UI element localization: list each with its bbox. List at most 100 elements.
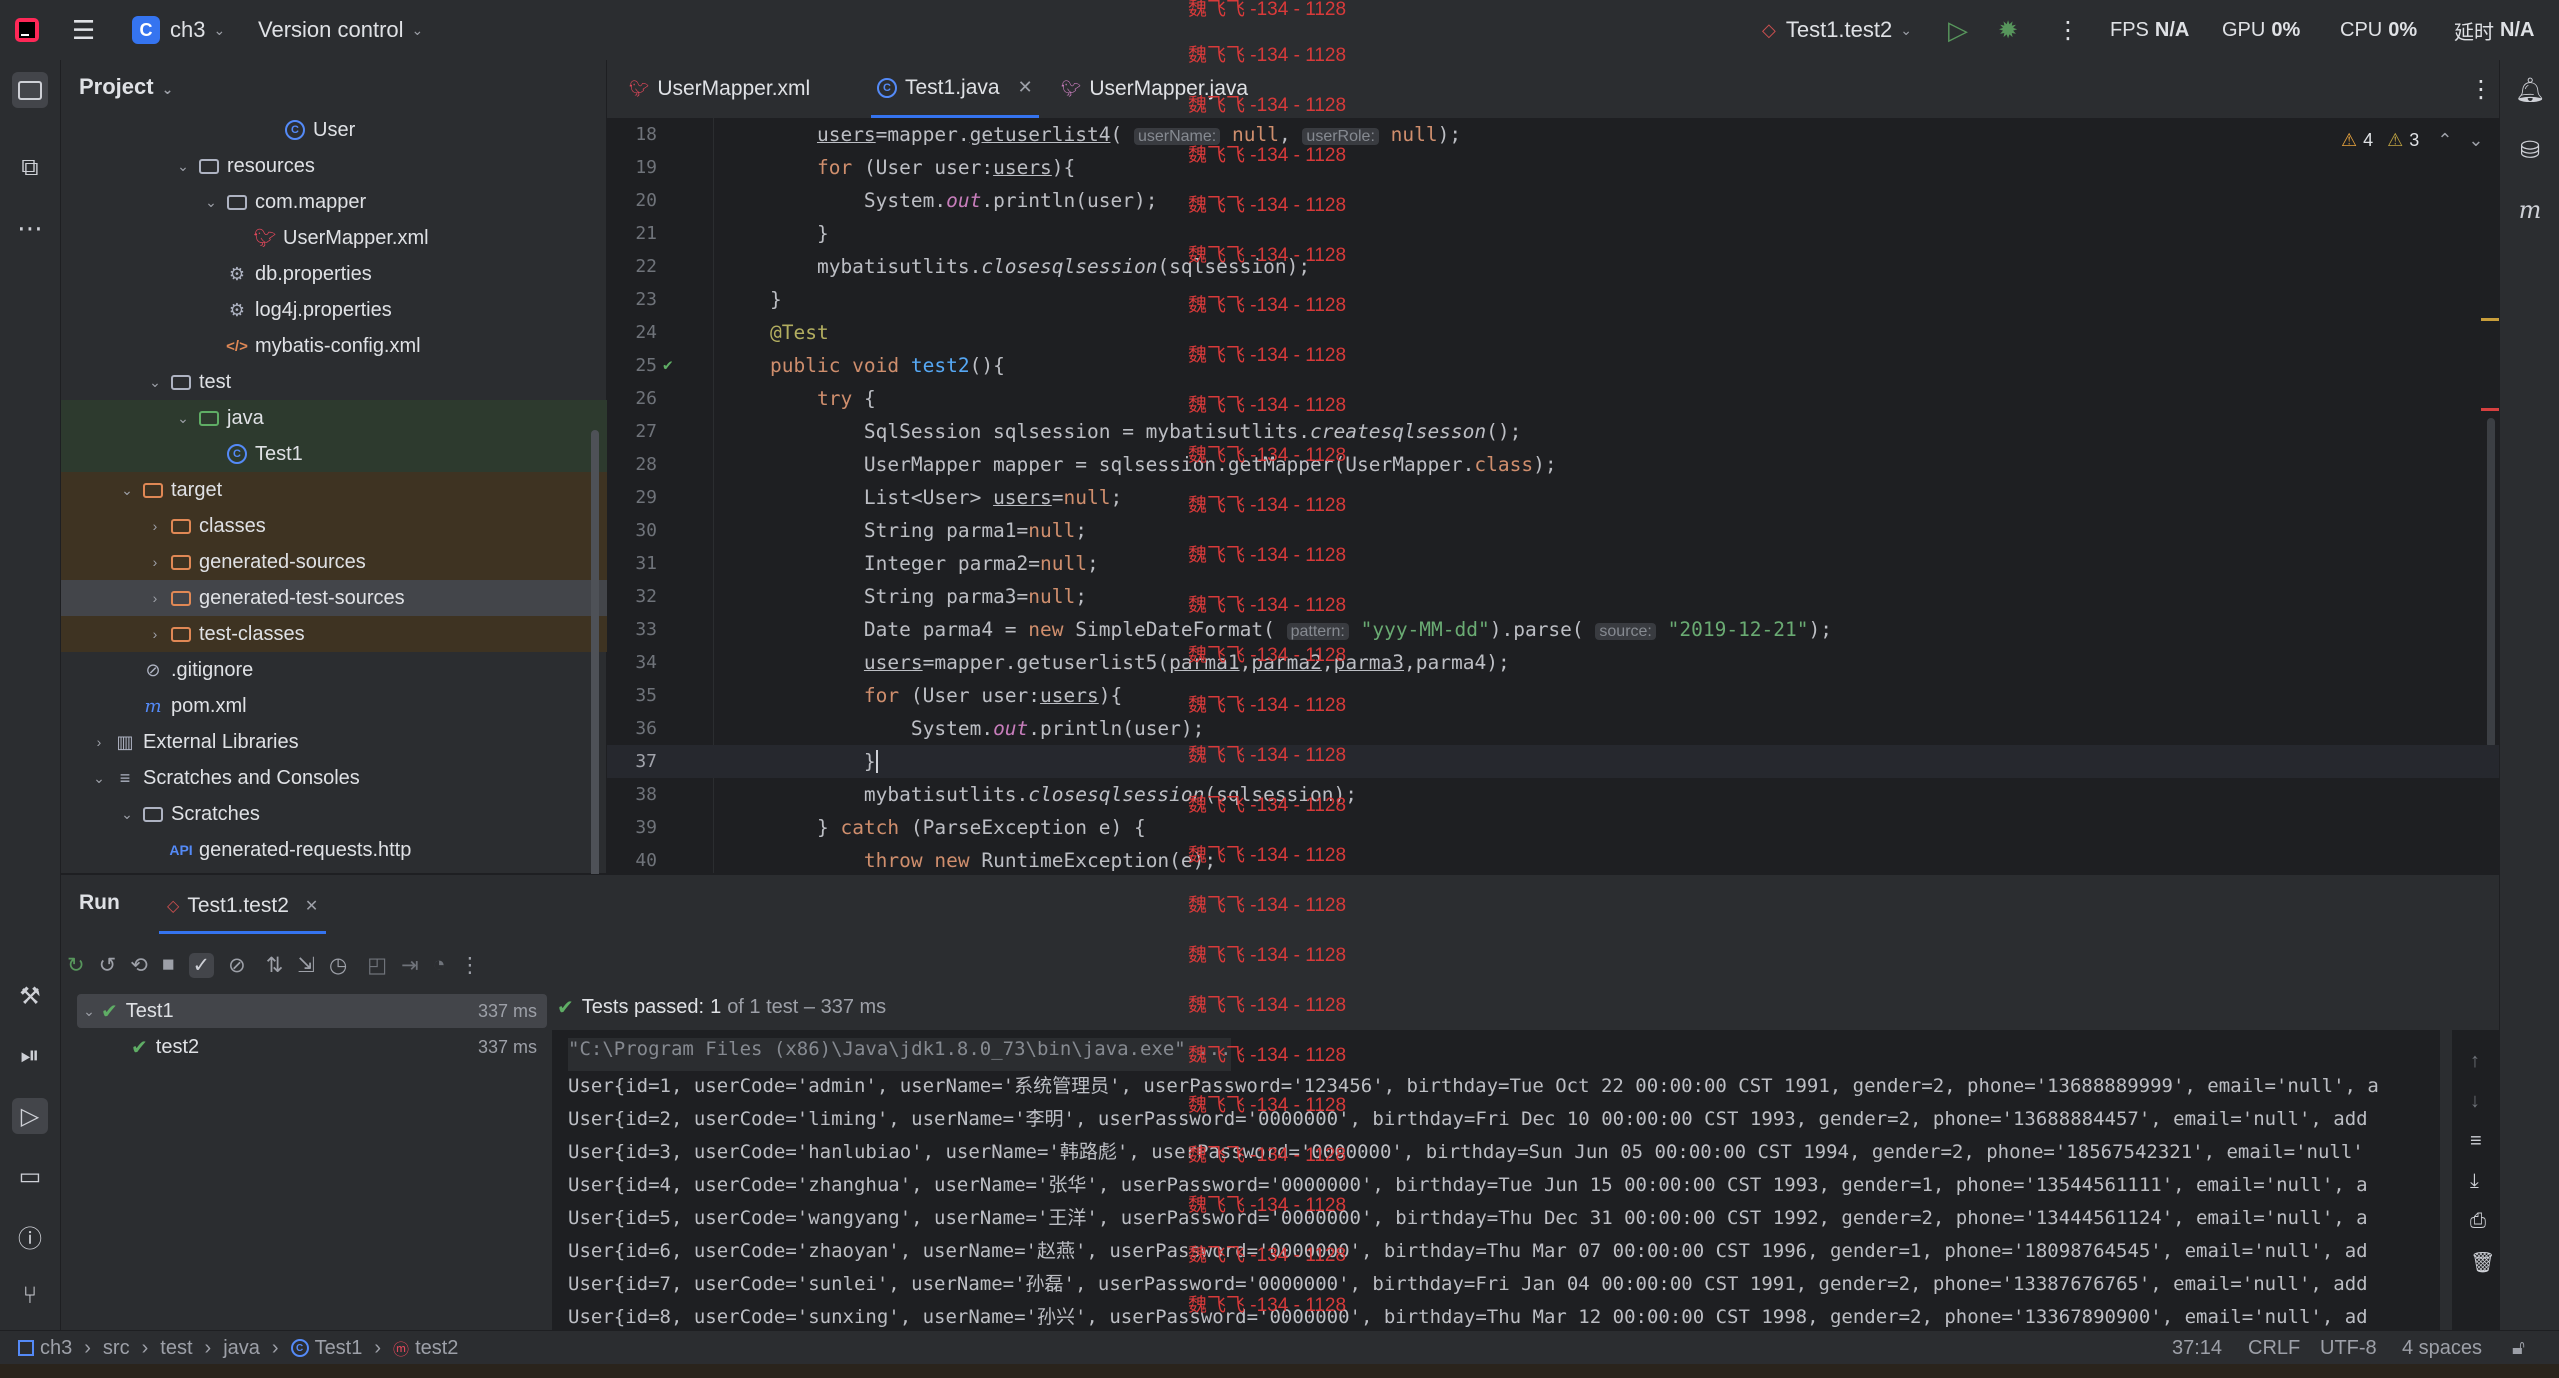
tree-item-scratches[interactable]: ⌄ Scratches <box>61 796 647 832</box>
breadcrumb-item[interactable]: C Test1 <box>290 1337 362 1360</box>
code-line: 34 users=mapper.getuserlist5(parma1,parm… <box>635 651 1510 674</box>
chevron-down-icon[interactable]: ⌄ <box>117 482 137 499</box>
structure-icon[interactable]: ⧉ <box>12 150 48 186</box>
chevron-down-icon[interactable]: ⌄ <box>77 1003 101 1020</box>
code-line: 18 users=mapper.getuserlist4( userName: … <box>635 123 1462 146</box>
vcs-label: Version control <box>258 17 404 42</box>
tree-item-test-classes[interactable]: › test-classes <box>61 616 675 652</box>
breadcrumb-item[interactable]: test <box>160 1337 192 1360</box>
print-icon[interactable]: ⎙ <box>2470 1210 2486 1233</box>
chevron-right-icon[interactable]: › <box>145 554 165 570</box>
console-line: User{id=4, userCode='zhanghua', userName… <box>568 1174 2368 1196</box>
folder-icon <box>169 588 193 608</box>
rerun-icon[interactable]: ↻ <box>67 953 85 978</box>
project-folder-icon[interactable] <box>12 72 48 108</box>
run-button[interactable]: ▷ <box>1948 0 1968 60</box>
maven-icon[interactable]: m <box>2512 192 2548 228</box>
tree-item-pom-xml[interactable]: m pom.xml <box>61 688 667 724</box>
import-tests-icon[interactable]: ⇲ <box>297 953 315 978</box>
close-tab-icon[interactable]: ✕ <box>305 896 318 916</box>
project-panel-title[interactable]: Project ⌄ <box>79 74 173 100</box>
run-tool-icon[interactable]: ▷ <box>12 1098 48 1134</box>
export-icon[interactable]: ⇥ <box>401 953 419 978</box>
console-output[interactable]: "C:\Program Files (x86)\Java\jdk1.8.0_73… <box>552 1030 2499 1340</box>
breadcrumb-item[interactable]: java <box>223 1337 260 1360</box>
show-passed-icon[interactable]: ✓ <box>188 952 215 978</box>
chevron-right-icon[interactable]: › <box>145 518 165 534</box>
chevron-down-icon[interactable]: ⌄ <box>201 194 221 211</box>
code-editor[interactable]: ⚠ 4 ⚠ 3 ⌃ ⌄ 18 users=mapper.getuserlist4( … <box>607 118 2499 873</box>
tab-test1-java[interactable]: C Test1.java ✕ <box>871 60 1039 118</box>
lock-icon[interactable]: 🔓︎ <box>2512 1331 2525 1365</box>
build-hammer-icon[interactable]: ⚒ <box>12 978 48 1014</box>
history-icon[interactable]: ◷ <box>329 953 347 978</box>
run-tab-test1-test2[interactable]: ◇ Test1.test2 ✕ <box>159 881 327 934</box>
tree-item-generated-requests[interactable]: API generated-requests.http <box>61 832 695 868</box>
test-tree-item-test1[interactable]: ⌄ ✔ Test1 337 ms <box>77 994 547 1028</box>
chevron-right-icon[interactable]: › <box>89 734 109 750</box>
chevron-down-icon[interactable]: ⌄ <box>117 806 137 823</box>
vcs-menu[interactable]: Version control ⌄ <box>258 0 423 60</box>
more-tabs-icon[interactable]: ⋮ <box>2469 60 2493 118</box>
clear-trash-icon[interactable]: 🗑︎ <box>2470 1250 2495 1275</box>
app-logo-icon[interactable] <box>14 0 40 60</box>
more-options-icon[interactable]: ⋮ <box>459 953 480 978</box>
class-icon: C <box>290 1339 309 1357</box>
chevron-right-icon: › <box>84 1336 91 1359</box>
toggle-auto-test-icon[interactable]: ⟲ <box>130 953 148 978</box>
screenshot-icon[interactable]: ◰ <box>367 953 387 978</box>
tab-usermapper-xml[interactable]: 🐦︎ UserMapper.xml <box>629 60 810 118</box>
chevron-right-icon: › <box>204 1336 212 1359</box>
test-passed-gutter-icon[interactable]: ✔ <box>663 355 673 374</box>
chevron-right-icon[interactable]: › <box>145 590 165 606</box>
indent-setting[interactable]: 4 spaces <box>2402 1331 2482 1365</box>
chevron-down-icon[interactable]: ⌄ <box>89 770 109 787</box>
more-actions-icon[interactable]: ⋮ <box>2056 0 2080 60</box>
chevron-down-icon[interactable]: ⌄ <box>145 374 165 391</box>
database-icon[interactable]: ⛁ <box>2512 132 2548 168</box>
notifications-bell-icon[interactable]: 🔔︎ <box>2512 72 2548 108</box>
chevron-down-icon: ⌄ <box>161 81 174 97</box>
chevron-down-icon[interactable]: ⌄ <box>173 410 193 427</box>
tree-item-target[interactable]: ⌄ target <box>61 472 647 508</box>
arrow-up-icon[interactable]: ↑ <box>2470 1050 2480 1073</box>
scroll-to-end-icon[interactable]: ⤓ <box>2470 1170 2479 1193</box>
tree-item-gitignore[interactable]: ⊘ .gitignore <box>61 652 667 688</box>
soft-wrap-icon[interactable]: ≡ <box>2470 1130 2482 1153</box>
terminal-icon[interactable]: ▭ <box>12 1158 48 1194</box>
stop-icon[interactable]: ■ <box>162 953 175 977</box>
more-tools-icon[interactable]: ⋯ <box>12 210 48 246</box>
line-ending[interactable]: CRLF <box>2248 1331 2300 1365</box>
chevron-down-icon[interactable]: ⌄ <box>173 158 193 175</box>
excluded-folder-icon <box>141 480 165 500</box>
breadcrumb-item[interactable]: src <box>103 1337 130 1360</box>
run-config-selector[interactable]: ◇ Test1.test2 ⌄ <box>1762 0 1912 60</box>
breadcrumb-item[interactable]: ⓜ test2 <box>393 1336 458 1360</box>
tree-item-classes[interactable]: › classes <box>61 508 675 544</box>
services-icon[interactable]: ⏯ <box>12 1038 48 1074</box>
file-encoding[interactable]: UTF-8 <box>2320 1331 2377 1365</box>
tree-item-generated-test-sources[interactable]: › generated-test-sources <box>61 580 675 616</box>
breadcrumb-item[interactable]: ch3 <box>18 1337 72 1360</box>
problems-icon[interactable]: ⓘ <box>12 1218 48 1254</box>
test-tree-item-test2[interactable]: ✔ test2 337 ms <box>77 1030 547 1064</box>
chevron-right-icon[interactable]: › <box>145 626 165 642</box>
show-ignored-icon[interactable]: ⊘ <box>228 953 246 978</box>
coverage-icon[interactable]: ◔ <box>433 953 446 977</box>
tab-usermapper-java[interactable]: 🐦︎ UserMapper.java <box>1061 60 1248 118</box>
caret-position[interactable]: 37:14 <box>2172 1331 2222 1365</box>
debug-button[interactable]: ✹ <box>1998 0 2018 60</box>
main-menu-icon[interactable]: ☰ <box>72 0 95 60</box>
project-scrollbar[interactable] <box>591 430 599 930</box>
arrow-down-icon[interactable]: ↓ <box>2470 1090 2480 1113</box>
tree-item-scratches-consoles[interactable]: ⌄ ≡ Scratches and Consoles <box>61 760 619 796</box>
tree-item-test[interactable]: ⌄ test <box>61 364 675 400</box>
settings-file-icon: ⚙ <box>228 299 246 320</box>
close-tab-icon[interactable]: ✕ <box>1018 77 1033 98</box>
sort-icon[interactable]: ⇅ <box>266 953 284 978</box>
git-icon[interactable]: ⑂ <box>12 1278 48 1314</box>
tree-item-external-libraries[interactable]: › ▥ External Libraries <box>61 724 619 760</box>
rerun-failed-icon[interactable]: ↺ <box>99 953 117 978</box>
project-selector[interactable]: C ch3 ⌄ <box>132 0 225 60</box>
tree-item-generated-sources[interactable]: › generated-sources <box>61 544 675 580</box>
